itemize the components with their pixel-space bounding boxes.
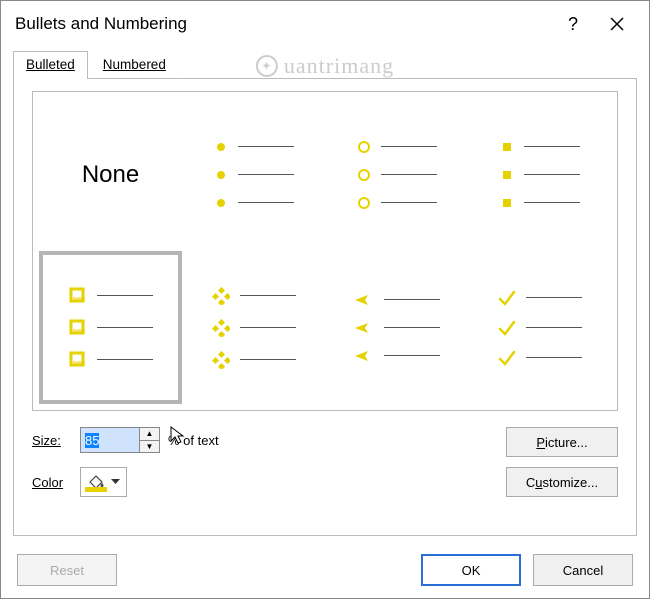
bullet-option-hollow-square[interactable]	[41, 253, 180, 402]
reset-button: Reset	[17, 554, 117, 586]
size-input[interactable]	[81, 428, 139, 452]
customize-button[interactable]: Customize...	[506, 467, 618, 497]
bullet-option-arrow[interactable]	[327, 253, 466, 402]
bullet-option-checkmark[interactable]	[470, 253, 609, 402]
ok-button[interactable]: OK	[421, 554, 521, 586]
size-label: Size:	[32, 433, 72, 448]
circle-icon	[357, 140, 371, 154]
tabs: Bulleted Numbered	[13, 51, 637, 79]
dot-icon	[214, 140, 228, 154]
size-spinner[interactable]: ▲ ▼	[80, 427, 160, 453]
bullet-gallery: None	[32, 91, 618, 411]
tab-bulleted[interactable]: Bulleted	[13, 51, 88, 79]
color-label: Color	[32, 475, 72, 490]
picture-button[interactable]: Picture...	[506, 427, 618, 457]
help-button[interactable]: ?	[551, 9, 595, 39]
tab-numbered[interactable]: Numbered	[90, 51, 179, 79]
bullet-option-four-diamonds[interactable]	[184, 253, 323, 402]
titlebar: Bullets and Numbering ?	[1, 1, 649, 45]
bullets-numbering-dialog: Bullets and Numbering ? ✦ uantrimang Bul…	[0, 0, 650, 599]
size-spin-up[interactable]: ▲	[140, 428, 159, 441]
square-icon	[500, 140, 514, 154]
close-icon	[610, 17, 624, 31]
hollow-square-icon	[69, 287, 87, 305]
four-diamond-icon	[212, 287, 230, 305]
tab-panel-bulleted: None	[13, 78, 637, 536]
size-spin-down[interactable]: ▼	[140, 441, 159, 453]
bullet-option-filled-dot[interactable]	[184, 100, 323, 249]
bullet-option-hollow-circle[interactable]	[327, 100, 466, 249]
dialog-title: Bullets and Numbering	[15, 14, 551, 34]
bullet-option-filled-square[interactable]	[470, 100, 609, 249]
size-suffix: % of text	[168, 433, 219, 448]
close-button[interactable]	[595, 9, 639, 39]
bullet-option-none[interactable]: None	[41, 100, 180, 249]
chevron-down-icon	[111, 479, 120, 485]
arrow-icon	[354, 293, 374, 307]
color-picker-button[interactable]	[80, 467, 127, 497]
dialog-footer: Reset OK Cancel	[1, 546, 649, 598]
cancel-button[interactable]: Cancel	[533, 554, 633, 586]
checkmark-icon	[498, 290, 516, 306]
